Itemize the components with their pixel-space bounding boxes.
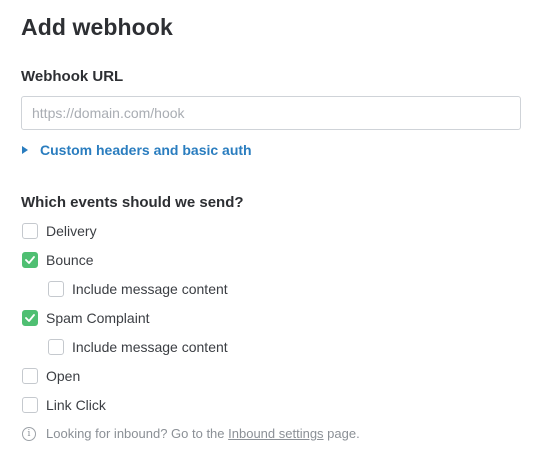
events-heading: Which events should we send? (21, 194, 244, 211)
delivery-checkbox[interactable] (22, 223, 38, 239)
bounce-include-content-checkbox[interactable] (48, 281, 64, 297)
spam-complaint-checkbox[interactable] (22, 310, 38, 326)
event-bounce[interactable]: Bounce (22, 252, 93, 268)
bounce-label: Bounce (46, 252, 94, 268)
open-checkbox[interactable] (22, 368, 38, 384)
checkmark-icon (25, 256, 35, 264)
spam-complaint-label: Spam Complaint (46, 310, 150, 326)
bounce-checkbox[interactable] (22, 252, 38, 268)
footnote-text-after: page. (323, 426, 360, 441)
bounce-include-content-label: Include message content (72, 281, 228, 297)
triangle-right-icon (22, 146, 28, 154)
webhook-url-label: Webhook URL (21, 68, 124, 85)
info-icon: i (22, 426, 36, 441)
link-click-label: Link Click (46, 397, 106, 413)
open-label: Open (46, 368, 81, 384)
webhook-url-input[interactable] (21, 96, 521, 130)
link-click-checkbox[interactable] (22, 397, 38, 413)
spam-include-content-label: Include message content (72, 339, 228, 355)
event-spam-include-content[interactable]: Include message content (48, 339, 228, 355)
spam-include-content-checkbox[interactable] (48, 339, 64, 355)
custom-headers-label: Custom headers and basic auth (40, 142, 252, 158)
inbound-footnote: i Looking for inbound? Go to the Inbound… (22, 426, 360, 441)
page-title: Add webhook (21, 14, 173, 40)
delivery-label: Delivery (46, 223, 97, 239)
event-open[interactable]: Open (22, 368, 80, 384)
event-link-click[interactable]: Link Click (22, 397, 106, 413)
event-spam-complaint[interactable]: Spam Complaint (22, 310, 150, 326)
inbound-settings-link[interactable]: Inbound settings (228, 426, 323, 441)
event-bounce-include-content[interactable]: Include message content (48, 281, 228, 297)
event-delivery[interactable]: Delivery (22, 223, 97, 239)
custom-headers-toggle[interactable]: Custom headers and basic auth (22, 142, 252, 158)
footnote-text-before: Looking for inbound? Go to the (46, 426, 229, 441)
checkmark-icon (25, 314, 35, 322)
